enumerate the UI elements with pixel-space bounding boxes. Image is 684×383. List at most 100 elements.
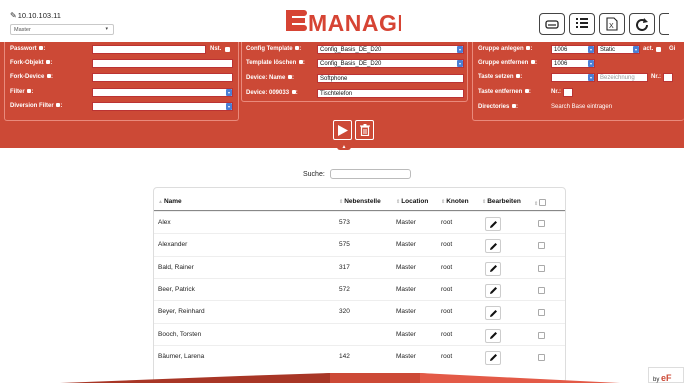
cell-knoten: root [441,330,453,338]
search-input[interactable] [330,169,411,179]
edit-button[interactable] [485,239,501,254]
row-checkbox[interactable] [538,331,545,339]
column-header-bearbeiten[interactable]: ⇕Bearbeiten [482,198,521,205]
act-label: act. [643,46,654,52]
delete-button[interactable] [355,120,374,140]
edit-button[interactable] [485,350,501,365]
nr-label: Nr.: [651,74,662,80]
cell-nebenstelle: 142 [339,352,350,360]
refresh-icon[interactable] [629,13,655,35]
device-number-input[interactable]: Tischtelefon [317,89,464,98]
top-bar: ✎10.10.103.11 Master ▾ MANAGER X [0,0,684,43]
chevron-down-icon: ▾ [226,89,232,96]
cell-knoten: root [441,285,453,293]
gi-label: Gi [669,46,676,52]
excel-icon[interactable]: X [599,13,625,35]
cell-nebenstelle: 317 [339,263,350,271]
cell-location: Master [396,285,416,293]
filter-select[interactable]: ▾ [92,88,233,97]
column-header-knoten[interactable]: ⇕Knoten [441,198,469,205]
table-row: Alex 573 Master root [154,211,565,234]
act-checkbox[interactable] [656,47,661,52]
table-row: Booch, Torsten Master root [154,322,565,346]
template-loeschen-value: Config_Basis_DE_D20 [320,61,382,67]
select-all-checkbox[interactable] [539,199,547,206]
gruppe-anlegen-label: Gruppe anlegen : [478,46,533,52]
list-icon[interactable] [569,13,595,35]
passwort-input[interactable] [92,45,206,54]
edit-button[interactable] [485,306,501,321]
device-name-input[interactable]: Softphone [317,74,464,83]
chevron-down-icon: ▾ [226,103,232,110]
nr2-input[interactable] [563,88,573,97]
play-icon [337,124,348,136]
nst-checkbox[interactable] [225,47,230,52]
row-checkbox[interactable] [538,242,545,250]
gruppe-anlegen-select[interactable]: 1006 ▾ [551,45,595,54]
cell-nebenstelle: 573 [339,219,350,226]
row-checkbox[interactable] [538,220,545,227]
nst-label: Nst. [210,46,222,52]
edit-button[interactable] [485,328,501,343]
taste-setzen-select[interactable]: ▾ [551,73,595,82]
column-header-location[interactable]: ⇕Location [396,198,428,205]
cell-name: Beyer, Reinhard [158,308,205,316]
nr2-label: Nr.: [551,89,562,95]
row-checkbox[interactable] [538,309,545,317]
cell-nebenstelle: 575 [339,241,350,249]
printer-icon[interactable] [539,13,565,35]
users-table: ▲Name ⇕Nebenstelle ⇕Location ⇕Knoten ⇕Be… [153,187,566,383]
diversion-filter-select[interactable]: ▾ [92,102,233,111]
collapse-panel-toggle[interactable]: ▲ [337,145,351,150]
server-ip-text: 10.10.103.11 [17,11,61,20]
pencil-icon [489,265,497,273]
edit-button[interactable] [485,283,501,298]
cell-knoten: root [441,352,453,360]
server-select-value: Master [14,27,31,33]
cell-knoten: root [441,308,453,316]
more-icon[interactable] [659,13,669,35]
directories-label: Directories : [478,104,519,110]
cell-location: Master [396,308,416,316]
column-header-nebenstelle[interactable]: ⇕Nebenstelle [339,198,381,205]
table-row: Beyer, Reinhard 320 Master root [154,300,565,323]
cell-name: Bald, Rainer [158,263,194,271]
bezeichnung-input[interactable]: Bezeichnung [597,73,648,82]
column-header-select[interactable]: ⇕ [534,198,547,207]
row-checkbox[interactable] [538,264,545,272]
nr-input[interactable] [663,73,673,82]
filter-label: Filter : [10,89,34,95]
server-select[interactable]: Master ▾ [10,24,114,35]
device-number-value: Tischtelefon [320,91,353,97]
edit-icon[interactable]: ✎ [10,11,17,20]
search-base-text[interactable]: Search Base eintragen [551,104,612,110]
gruppe-entfernen-select[interactable]: 1006 ▾ [551,59,595,68]
brand-by: by [653,377,660,383]
svg-text:X: X [609,23,614,30]
table-row: Bald, Rainer 317 Master root [154,255,565,279]
run-button[interactable] [333,120,352,140]
pencil-icon [489,287,497,295]
column-header-name[interactable]: ▲Name [158,198,182,205]
chevron-down-icon: ▾ [588,46,594,53]
template-loeschen-select[interactable]: Config_Basis_DE_D20 ▾ [317,59,464,68]
table-row: Beer, Patrick 572 Master root [154,277,565,301]
passwort-label: Passwort : [10,46,46,52]
chevron-down-icon: ▾ [457,60,463,67]
brand-badge: by eF [648,367,684,383]
chevron-down-icon: ▾ [633,46,639,53]
row-checkbox[interactable] [538,353,545,361]
pencil-icon [489,220,497,228]
server-ip: ✎10.10.103.11 [10,11,61,20]
group-type-select[interactable]: Static ▾ [597,45,640,54]
edit-button[interactable] [485,217,501,231]
row-checkbox[interactable] [538,286,545,294]
edit-button[interactable] [485,261,501,276]
diversion-filter-label: Diversion Filter : [10,103,63,109]
pencil-icon [489,332,497,339]
cell-name: Booch, Torsten [158,330,202,338]
fork-device-input[interactable] [92,73,233,82]
table-row: Bäumer, Larena 142 Master root [154,344,565,368]
config-template-select[interactable]: Config_Basis_DE_D20 ▾ [317,45,464,54]
fork-objekt-input[interactable] [92,59,233,68]
